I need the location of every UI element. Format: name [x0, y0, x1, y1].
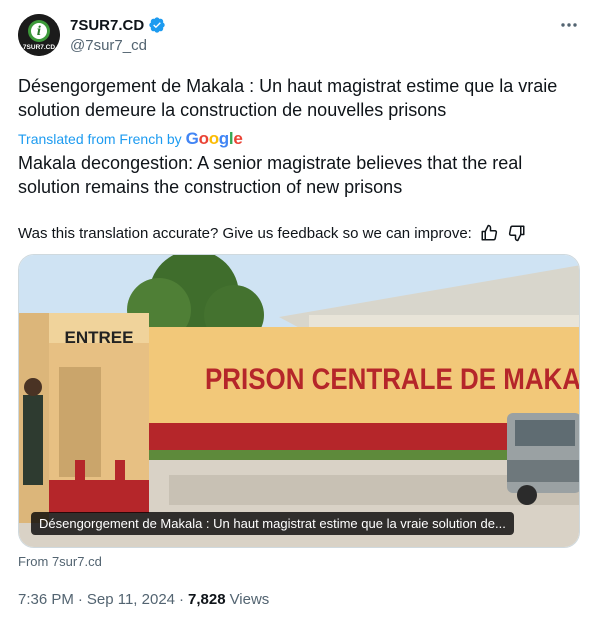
translation-feedback: Was this translation accurate? Give us f…	[18, 222, 528, 244]
prison-photo: ENTREE PRISON CENTRALE DE MAKA	[19, 255, 580, 547]
media-card[interactable]: ENTREE PRISON CENTRALE DE MAKA Désengorg…	[18, 254, 580, 548]
thumbs-up-icon[interactable]	[478, 222, 500, 244]
prison-sign: PRISON CENTRALE DE MAKA	[205, 363, 580, 396]
google-logo: Google	[185, 129, 243, 148]
avatar-label: 7SUR7.CD	[23, 44, 55, 51]
meta-separator: ·	[77, 591, 83, 608]
source-link[interactable]: From 7sur7.cd	[18, 554, 102, 569]
thumbs-down-icon[interactable]	[506, 222, 528, 244]
feedback-prompt: Was this translation accurate? Give us f…	[18, 224, 472, 242]
svg-text:i: i	[37, 24, 42, 38]
user-handle[interactable]: @7sur7_cd	[70, 37, 147, 54]
views-count: 7,828	[188, 591, 226, 608]
tweet-time[interactable]: 7:36 PM	[18, 591, 74, 608]
views-label: Views	[229, 591, 270, 608]
tweet-header: i 7SUR7.CD 7SUR7.CD @7sur7_cd	[18, 14, 580, 58]
translated-by-label: Translated from French by	[18, 131, 182, 147]
name-row: 7SUR7.CD	[70, 16, 166, 34]
more-options-icon[interactable]	[558, 14, 580, 36]
tweet-translated-text: Makala decongestion: A senior magistrate…	[18, 153, 523, 197]
avatar-logo-icon: i 7SUR7.CD	[18, 14, 60, 56]
tweet-meta: 7:36 PM · Sep 11, 2024 · 7,828 Views	[18, 591, 269, 608]
tweet-original-text: Désengorgement de Makala : Un haut magis…	[18, 76, 558, 120]
meta-separator: ·	[179, 591, 185, 608]
verified-badge-icon	[148, 16, 166, 34]
media-caption: Désengorgement de Makala : Un haut magis…	[31, 512, 514, 535]
entree-sign: ENTREE	[65, 328, 134, 347]
display-name[interactable]: 7SUR7.CD	[70, 17, 144, 34]
avatar[interactable]: i 7SUR7.CD	[18, 14, 60, 56]
translation-attribution[interactable]: Translated from French by Google	[18, 129, 243, 149]
tweet-date[interactable]: Sep 11, 2024	[87, 591, 175, 608]
